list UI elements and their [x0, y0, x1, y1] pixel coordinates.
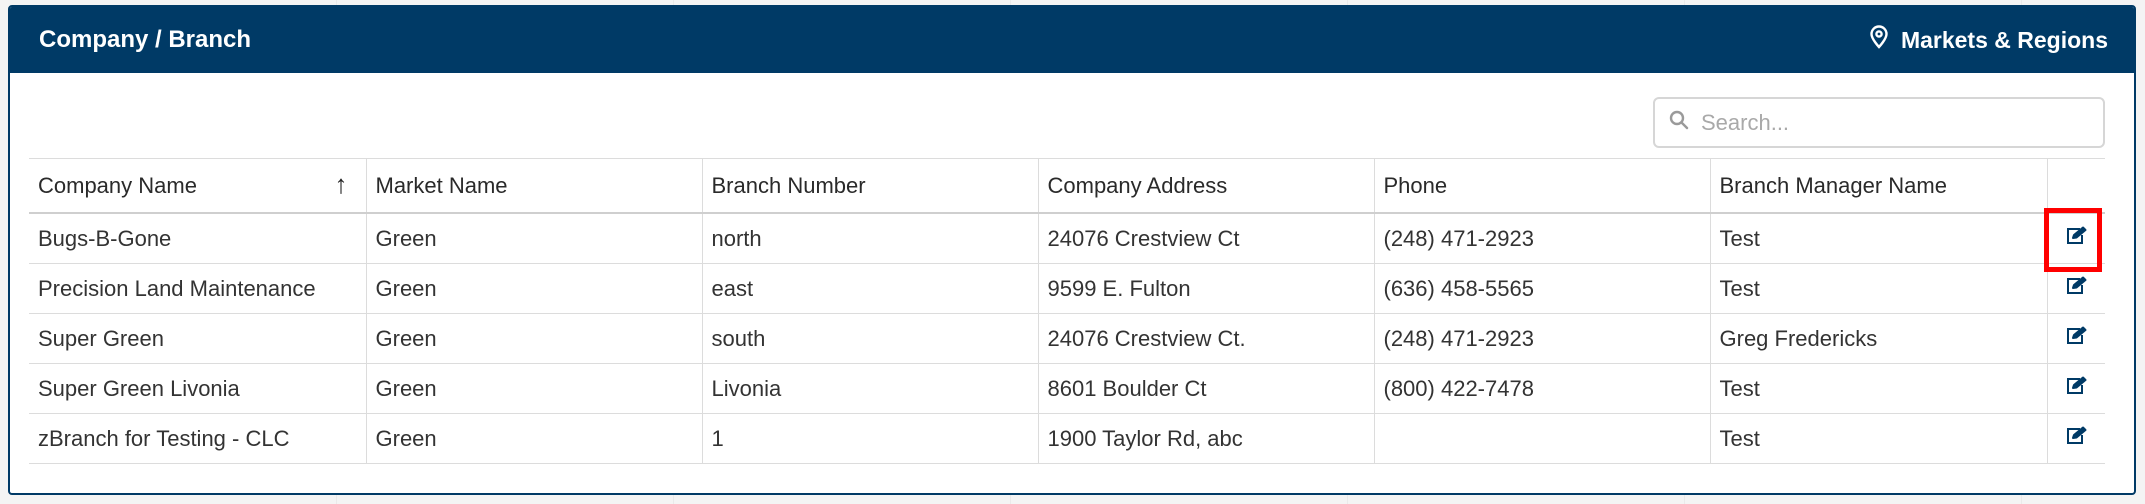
cell-branch-number: north [701, 212, 1039, 264]
cell-company-name: Bugs-B-Gone [29, 212, 367, 264]
panel-title: Company / Branch [39, 26, 252, 53]
table-header-row: Company Name ↑ Market Name Branch Number Com… [29, 158, 2105, 214]
cell-phone: (248) 471-2923 [1373, 313, 1711, 364]
cell-company-name: Super Green Livonia [29, 363, 367, 414]
search-icon [1669, 110, 1689, 135]
table-row[interactable]: Super Green Livonia Green Livonia 8601 Boul… [29, 363, 2105, 414]
cell-market-name: Green [365, 413, 703, 464]
edit-row-button[interactable] [2061, 224, 2091, 254]
map-pin-icon [1869, 25, 1889, 55]
cell-company-address: 9599 E. Fulton [1037, 263, 1375, 314]
table-row[interactable]: zBranch for Testing - CLC Green 1 1900 Tayl… [29, 413, 2105, 464]
cell-company-address: 1900 Taylor Rd, abc [1037, 413, 1375, 464]
column-header-label: Market Name [375, 172, 508, 198]
cell-company-address: 24076 Crestview Ct [1037, 212, 1375, 264]
edit-icon [2065, 276, 2087, 302]
cell-company-name: Precision Land Maintenance [29, 263, 367, 314]
table-row[interactable]: Precision Land Maintenance Green east 9599 … [29, 263, 2105, 314]
column-header-branch-manager-name[interactable]: Branch Manager Name [1709, 158, 2048, 214]
cell-company-name: Super Green [29, 313, 367, 364]
column-header-market-name[interactable]: Market Name [365, 158, 703, 214]
column-header-label: Phone [1383, 172, 1448, 198]
edit-icon [2065, 326, 2087, 352]
row-actions-cell [2046, 413, 2105, 464]
edit-row-button[interactable] [2061, 424, 2091, 454]
company-branch-table: Company Name ↑ Market Name Branch Number Com… [29, 158, 2105, 464]
column-header-company-name[interactable]: Company Name ↑ [29, 158, 367, 214]
search-input[interactable] [1699, 108, 2083, 137]
edit-icon [2065, 376, 2087, 402]
search-box[interactable] [1653, 97, 2105, 148]
markets-regions-link[interactable]: Markets & Regions [1869, 25, 2108, 55]
cell-market-name: Green [365, 363, 703, 414]
edit-icon [2065, 226, 2087, 252]
cell-branch-number: east [701, 263, 1039, 314]
cell-phone: (800) 422-7478 [1373, 363, 1711, 414]
cell-branch-manager-name: Greg Fredericks [1709, 313, 2048, 364]
row-actions-cell [2046, 363, 2105, 414]
sort-up-arrow-icon: ↑ [334, 169, 348, 199]
cell-branch-manager-name: Test [1709, 212, 2048, 264]
column-header-phone[interactable]: Phone [1373, 158, 1711, 214]
edit-row-button[interactable] [2061, 374, 2091, 404]
row-actions-cell [2046, 212, 2105, 264]
cell-market-name: Green [365, 212, 703, 264]
panel-header: Company / Branch Markets & Regions [10, 7, 2134, 73]
column-header-branch-number[interactable]: Branch Number [701, 158, 1039, 214]
edit-row-button[interactable] [2061, 324, 2091, 354]
table-row[interactable]: Super Green Green south 24076 Crestview Ct.… [29, 313, 2105, 364]
cell-branch-number: 1 [701, 413, 1039, 464]
cell-market-name: Green [365, 263, 703, 314]
edit-row-button[interactable] [2061, 274, 2091, 304]
cell-company-name: zBranch for Testing - CLC [29, 413, 367, 464]
cell-company-address: 24076 Crestview Ct. [1037, 313, 1375, 364]
cell-branch-number: south [701, 313, 1039, 364]
cell-market-name: Green [365, 313, 703, 364]
cell-branch-number: Livonia [701, 363, 1039, 414]
cell-branch-manager-name: Test [1709, 263, 2048, 314]
cell-phone: (248) 471-2923 [1373, 212, 1711, 264]
edit-icon [2065, 426, 2087, 452]
table-row[interactable]: Bugs-B-Gone Green north 24076 Crestview Ct(… [29, 212, 2105, 264]
table-body: Bugs-B-Gone Green north 24076 Crestview Ct(… [29, 212, 2105, 464]
column-header-actions [2046, 158, 2105, 214]
row-actions-cell [2046, 313, 2105, 364]
column-header-label: Company Address [1047, 172, 1228, 198]
cell-phone [1373, 413, 1711, 464]
column-header-label: Branch Number [711, 172, 866, 198]
column-header-company-address[interactable]: Company Address [1037, 158, 1375, 214]
cell-branch-manager-name: Test [1709, 413, 2048, 464]
cell-branch-manager-name: Test [1709, 363, 2048, 414]
column-header-label: Branch Manager Name [1719, 172, 1947, 198]
cell-phone: (636) 458-5565 [1373, 263, 1711, 314]
markets-regions-label: Markets & Regions [1900, 26, 2108, 53]
column-header-label: Company Name [38, 172, 197, 198]
row-actions-cell [2046, 263, 2105, 314]
cell-company-address: 8601 Boulder Ct [1037, 363, 1375, 414]
